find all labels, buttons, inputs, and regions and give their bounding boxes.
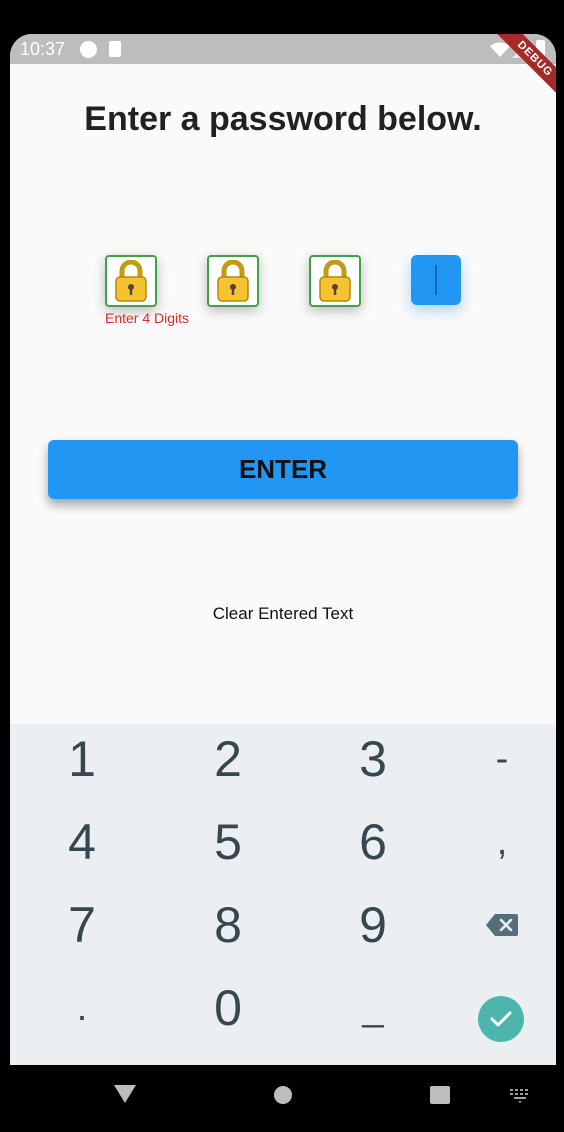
key-4[interactable]: 4 [22,807,142,877]
backspace-icon [486,914,518,936]
backspace-key[interactable] [442,890,556,960]
notification-icon [80,41,97,58]
pin-digit-1[interactable] [105,255,157,307]
padlock-icon [115,260,147,302]
done-key[interactable] [478,996,524,1042]
pin-digit-3[interactable] [309,255,361,307]
page-title: Enter a password below. [84,100,482,138]
pin-digit-4[interactable] [411,255,461,305]
app-screen: 10:37 DEBUG Enter a password below. Ente… [10,34,556,1132]
key-7[interactable]: 7 [22,890,142,960]
padlock-icon [319,260,351,302]
key-period[interactable]: . [22,973,142,1043]
pin-digit-2[interactable] [207,255,259,307]
back-icon[interactable] [114,1085,136,1103]
keyboard-switch-icon[interactable] [510,1089,530,1103]
key-5[interactable]: 5 [168,807,288,877]
key-1[interactable]: 1 [22,724,142,794]
navigation-bar [10,1065,556,1132]
key-2[interactable]: 2 [168,724,288,794]
check-icon [490,1011,512,1027]
key-0[interactable]: 0 [168,973,288,1043]
recents-icon[interactable] [430,1086,450,1104]
key-3[interactable]: 3 [313,724,433,794]
numeric-keyboard: 1 2 3 - 4 5 6 , 7 8 9 . 0 _ [10,724,556,1065]
enter-button[interactable]: ENTER [48,440,518,499]
home-icon[interactable] [273,1085,293,1105]
key-underscore[interactable]: _ [313,973,433,1043]
key-8[interactable]: 8 [168,890,288,960]
sd-card-icon [109,41,121,57]
key-comma[interactable]: , [442,807,556,877]
text-cursor [435,265,437,295]
padlock-icon [217,260,249,302]
key-6[interactable]: 6 [313,807,433,877]
status-time: 10:37 [20,39,66,59]
key-9[interactable]: 9 [313,890,433,960]
key-minus[interactable]: - [442,724,556,794]
status-bar: 10:37 [10,34,556,64]
clear-entered-text-button[interactable]: Clear Entered Text [10,604,556,624]
pin-error-message: Enter 4 Digits [105,310,190,326]
